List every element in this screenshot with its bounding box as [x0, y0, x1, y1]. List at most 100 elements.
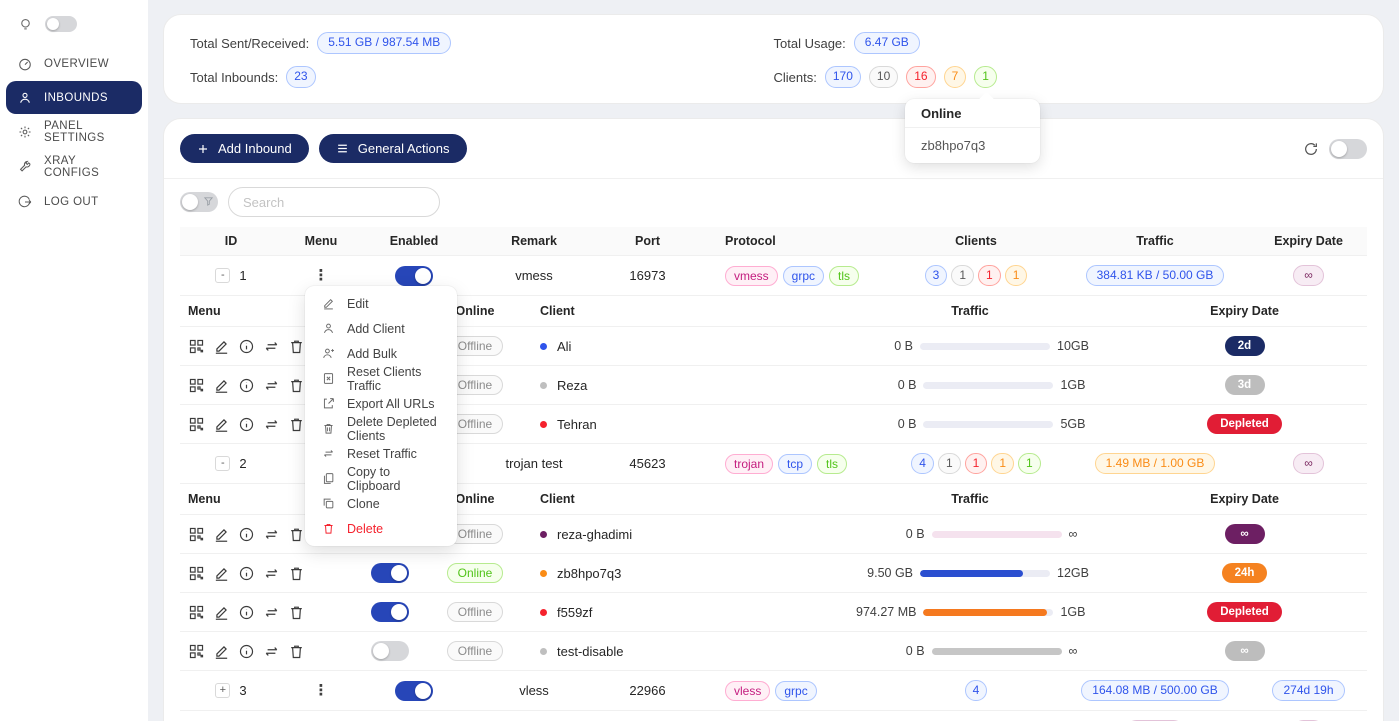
edit-icon[interactable]: [213, 338, 230, 355]
info-icon[interactable]: [238, 338, 255, 355]
reset-traffic-icon[interactable]: [263, 338, 280, 355]
menu-item-reset-traffic[interactable]: Reset Traffic: [305, 441, 457, 466]
reset-traffic-icon[interactable]: [263, 565, 280, 582]
collapse-button[interactable]: -: [215, 456, 230, 471]
info-icon[interactable]: [238, 643, 255, 660]
client-enabled-toggle[interactable]: [371, 602, 409, 622]
qrcode-icon[interactable]: [188, 338, 205, 355]
client-name-cell: Ali: [510, 327, 820, 365]
reset-traffic-icon[interactable]: [263, 643, 280, 660]
qrcode-icon[interactable]: [188, 416, 205, 433]
collapse-button[interactable]: -: [215, 268, 230, 283]
client-name: zb8hpo7q3: [557, 566, 621, 581]
online-client-name[interactable]: zb8hpo7q3: [905, 128, 1040, 163]
trash-icon[interactable]: [288, 565, 305, 582]
trash-icon[interactable]: [288, 643, 305, 660]
protocol-cell: trojan tcp tls: [695, 444, 890, 483]
qrcode-icon[interactable]: [188, 643, 205, 660]
col-menu: Menu: [282, 227, 360, 255]
menu-item-label: Clone: [347, 497, 380, 511]
qrcode-icon[interactable]: [188, 526, 205, 543]
traffic-bar: [920, 570, 1050, 577]
reset-traffic-icon[interactable]: [263, 604, 280, 621]
client-status-dot: [540, 609, 547, 616]
row-menu-button[interactable]: ⋮: [314, 268, 329, 283]
traffic-used: 0 B: [863, 527, 925, 541]
menu-item-add-client[interactable]: Add Client: [305, 316, 457, 341]
traffic-bar: [932, 648, 1062, 655]
edit-icon[interactable]: [213, 416, 230, 433]
clients-total-badge[interactable]: 170: [825, 66, 861, 87]
port-cell: 11503: [600, 711, 695, 721]
sidebar-item-logout[interactable]: LOG OUT: [0, 184, 148, 219]
edit-icon[interactable]: [213, 565, 230, 582]
enabled-toggle[interactable]: [395, 266, 433, 286]
toolbar-right: [1303, 139, 1367, 159]
menu-item-add-bulk[interactable]: Add Bulk: [305, 341, 457, 366]
auto-refresh-toggle[interactable]: [1329, 139, 1367, 159]
client-enabled-toggle[interactable]: [371, 641, 409, 661]
clients-count-badge: 3: [925, 265, 948, 286]
expiry-badge: Depleted: [1207, 602, 1282, 622]
clients-expiring-badge[interactable]: 7: [944, 66, 967, 87]
menu-item-copy-to-clipboard[interactable]: Copy to Clipboard: [305, 466, 457, 491]
info-icon[interactable]: [238, 526, 255, 543]
enabled-toggle[interactable]: [395, 681, 433, 701]
qrcode-icon[interactable]: [188, 565, 205, 582]
search-input[interactable]: [228, 187, 440, 217]
menu-item-export-all-urls[interactable]: Export All URLs: [305, 391, 457, 416]
edit-icon[interactable]: [213, 377, 230, 394]
reset-traffic-icon[interactable]: [263, 416, 280, 433]
info-icon[interactable]: [238, 565, 255, 582]
edit-icon[interactable]: [213, 643, 230, 660]
add-inbound-button[interactable]: Add Inbound: [180, 134, 309, 163]
menu-item-edit[interactable]: Edit: [305, 291, 457, 316]
client-expiry-cell: 24h: [1120, 554, 1369, 592]
trash-icon[interactable]: [288, 416, 305, 433]
qrcode-icon[interactable]: [188, 604, 205, 621]
trash-icon[interactable]: [288, 604, 305, 621]
general-actions-button[interactable]: General Actions: [319, 134, 467, 163]
col-id: ID: [180, 227, 282, 255]
menu-item-label: Edit: [347, 297, 369, 311]
menu-item-delete[interactable]: Delete: [305, 516, 457, 541]
stat-sent-received: Total Sent/Received: 5.51 GB / 987.54 MB: [190, 26, 774, 60]
client-enabled-toggle[interactable]: [371, 563, 409, 583]
trash-icon[interactable]: [288, 377, 305, 394]
sidebar-item-panel-settings[interactable]: PANEL SETTINGS: [0, 114, 148, 149]
traffic-bar: [920, 343, 1050, 350]
clients-depleted-badge[interactable]: 16: [906, 66, 935, 87]
reset-traffic-icon[interactable]: [263, 377, 280, 394]
filter-toggle[interactable]: [180, 192, 218, 212]
clients-online-badge[interactable]: 1: [974, 66, 997, 87]
edit-icon[interactable]: [213, 526, 230, 543]
qrcode-icon[interactable]: [188, 377, 205, 394]
row-menu-button[interactable]: ⋮: [314, 683, 329, 698]
info-icon[interactable]: [238, 416, 255, 433]
refresh-icon[interactable]: [1303, 141, 1319, 157]
expiry-badge: 3d: [1225, 375, 1265, 395]
inbound-id: 2: [239, 456, 246, 471]
info-icon[interactable]: [238, 377, 255, 394]
remark-cell: trojan test: [468, 444, 600, 483]
menu-item-reset-clients-traffic[interactable]: Reset Clients Traffic: [305, 366, 457, 391]
sidebar-item-xray-configs[interactable]: XRAY CONFIGS: [0, 149, 148, 184]
theme-toggle[interactable]: [45, 16, 77, 32]
sidebar-item-inbounds[interactable]: INBOUNDS: [6, 81, 142, 114]
trash-icon[interactable]: [288, 338, 305, 355]
clients-disabled-badge[interactable]: 10: [869, 66, 898, 87]
sidebar-item-overview[interactable]: OVERVIEW: [0, 46, 148, 81]
trash-icon[interactable]: [288, 526, 305, 543]
client-status-dot: [540, 421, 547, 428]
reset-traffic-icon[interactable]: [263, 526, 280, 543]
edit-icon: [322, 297, 335, 310]
funnel-icon: [203, 195, 214, 207]
menu-item-clone[interactable]: Clone: [305, 491, 457, 516]
expand-button[interactable]: +: [215, 683, 230, 698]
subcol-traffic: Traffic: [820, 296, 1120, 326]
protocol-cell: http: [695, 711, 890, 721]
edit-icon[interactable]: [213, 604, 230, 621]
menu-item-label: Export All URLs: [347, 397, 435, 411]
info-icon[interactable]: [238, 604, 255, 621]
menu-item-delete-depleted-clients[interactable]: Delete Depleted Clients: [305, 416, 457, 441]
